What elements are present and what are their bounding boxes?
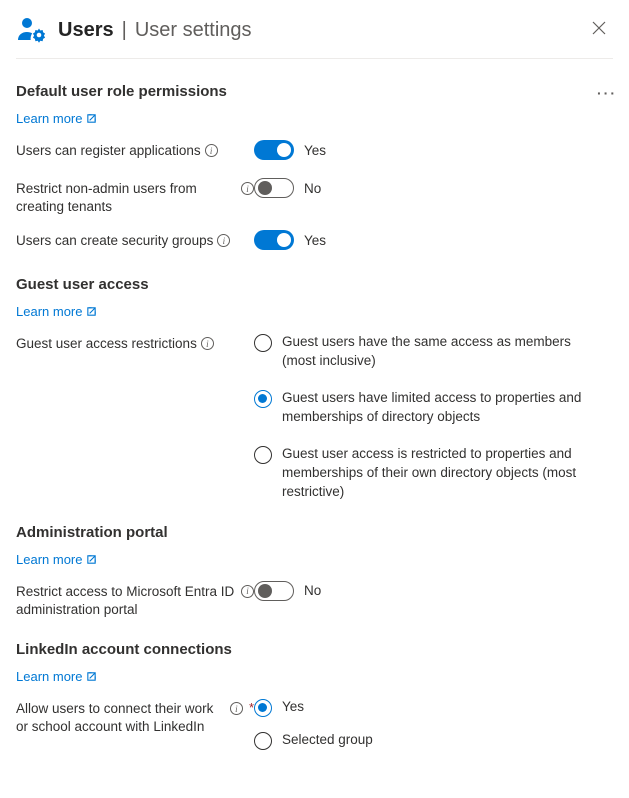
title-sub: User settings [135, 19, 252, 42]
learn-more-text: Learn more [16, 111, 82, 126]
setting-restrict-tenants: Restrict non-admin users from creating t… [16, 178, 613, 216]
toggle-register-apps[interactable] [254, 140, 294, 160]
section-title: Administration portal [16, 524, 613, 541]
toggle-restrict-portal[interactable] [254, 581, 294, 601]
learn-more-text: Learn more [16, 304, 82, 319]
setting-label: Allow users to connect their work or sch… [16, 700, 226, 736]
panel-header: Users | User settings [16, 8, 613, 59]
external-link-icon [86, 306, 97, 317]
toggle-restrict-tenants[interactable] [254, 178, 294, 198]
radio-option-restricted-access[interactable]: Guest user access is restricted to prope… [254, 445, 613, 502]
linkedin-radio-group: Yes Selected group [254, 698, 613, 764]
toggle-state-text: Yes [304, 143, 326, 158]
radio-label: Selected group [282, 731, 381, 750]
learn-more-link[interactable]: Learn more [16, 111, 97, 126]
radio-option-selected-group[interactable]: Selected group [254, 731, 613, 750]
close-button[interactable] [585, 14, 613, 42]
setting-label: Guest user access restrictions [16, 335, 197, 353]
section-title: LinkedIn account connections [16, 641, 613, 658]
radio-label: Guest user access is restricted to prope… [282, 445, 613, 502]
radio-label: Guest users have limited access to prope… [282, 389, 613, 427]
radio-option-same-access[interactable]: Guest users have the same access as memb… [254, 333, 613, 371]
setting-security-groups: Users can create security groups i Yes [16, 230, 613, 254]
setting-linkedin-connect: Allow users to connect their work or sch… [16, 698, 613, 764]
more-actions-button[interactable]: ··· [597, 85, 617, 101]
radio-label: Yes [282, 698, 312, 717]
learn-more-link[interactable]: Learn more [16, 552, 97, 567]
users-gear-icon [16, 14, 48, 46]
setting-label: Users can create security groups [16, 232, 213, 250]
title-bold: Users [58, 19, 114, 42]
toggle-state-text: No [304, 583, 321, 598]
info-icon[interactable]: i [230, 702, 243, 715]
external-link-icon [86, 671, 97, 682]
toggle-state-text: No [304, 181, 321, 196]
external-link-icon [86, 113, 97, 124]
guest-access-radio-group: Guest users have the same access as memb… [254, 333, 613, 501]
radio-icon [254, 334, 272, 352]
radio-icon [254, 390, 272, 408]
radio-option-limited-access[interactable]: Guest users have limited access to prope… [254, 389, 613, 427]
close-icon [592, 21, 606, 35]
setting-restrict-portal: Restrict access to Microsoft Entra ID ad… [16, 581, 613, 619]
setting-guest-restrictions: Guest user access restrictions i Guest u… [16, 333, 613, 501]
radio-label: Guest users have the same access as memb… [282, 333, 613, 371]
section-admin-portal: Administration portal Learn more Restric… [16, 524, 613, 619]
info-icon[interactable]: i [241, 585, 254, 598]
external-link-icon [86, 554, 97, 565]
setting-label: Restrict non-admin users from creating t… [16, 180, 237, 216]
learn-more-link[interactable]: Learn more [16, 304, 97, 319]
setting-label: Restrict access to Microsoft Entra ID ad… [16, 583, 237, 619]
section-guest-access: Guest user access Learn more Guest user … [16, 276, 613, 501]
title-separator: | [122, 19, 127, 42]
section-linkedin: LinkedIn account connections Learn more … [16, 641, 613, 764]
info-icon[interactable]: i [217, 234, 230, 247]
info-icon[interactable]: i [205, 144, 218, 157]
panel-title: Users | User settings [58, 19, 252, 42]
info-icon[interactable]: i [241, 182, 254, 195]
section-title: Guest user access [16, 276, 613, 293]
setting-label: Users can register applications [16, 142, 201, 160]
radio-option-yes[interactable]: Yes [254, 698, 613, 717]
radio-icon [254, 732, 272, 750]
radio-icon [254, 699, 272, 717]
learn-more-text: Learn more [16, 552, 82, 567]
setting-register-apps: Users can register applications i Yes [16, 140, 613, 164]
user-settings-panel: Users | User settings ··· Default user r… [0, 0, 629, 798]
toggle-state-text: Yes [304, 233, 326, 248]
section-default-user-role: ··· Default user role permissions Learn … [16, 83, 613, 254]
toggle-security-groups[interactable] [254, 230, 294, 250]
learn-more-text: Learn more [16, 669, 82, 684]
section-title: Default user role permissions [16, 83, 613, 100]
info-icon[interactable]: i [201, 337, 214, 350]
learn-more-link[interactable]: Learn more [16, 669, 97, 684]
radio-icon [254, 446, 272, 464]
